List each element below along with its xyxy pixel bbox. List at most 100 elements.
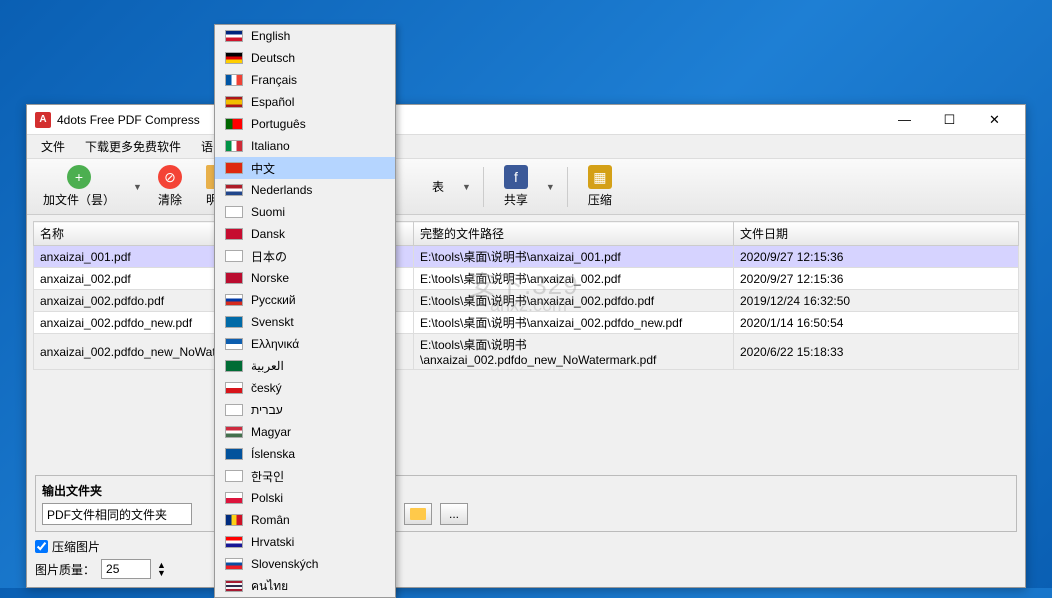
table-button[interactable]: 表: [424, 176, 452, 197]
compress-images-label: 压缩图片: [52, 538, 100, 555]
language-label: Român: [251, 513, 290, 527]
output-folder-input[interactable]: [42, 503, 192, 525]
flag-icon: [225, 470, 243, 482]
chevron-down-icon[interactable]: ▼: [462, 182, 471, 192]
language-item-th[interactable]: คนไทย: [215, 575, 395, 597]
menubar: 文件 下载更多免费软件 语: [27, 135, 1025, 159]
language-item-is[interactable]: Íslenska: [215, 443, 395, 465]
col-date[interactable]: 文件日期: [734, 222, 1019, 246]
language-item-nl[interactable]: Nederlands: [215, 179, 395, 201]
browse-folder-button[interactable]: [404, 503, 432, 525]
language-item-hr[interactable]: Hrvatski: [215, 531, 395, 553]
language-item-dk[interactable]: Dansk: [215, 223, 395, 245]
minimize-button[interactable]: —: [882, 105, 927, 134]
clear-icon: ⊘: [158, 165, 182, 189]
language-label: Hrvatski: [251, 535, 294, 549]
bottom-panel: 输出文件夹 ... 压缩图片 图片质量： ▲▼: [27, 467, 1025, 587]
table-cell: 2019/12/24 16:32:50: [734, 290, 1019, 312]
separator: [567, 167, 568, 207]
flag-icon: [225, 448, 243, 460]
language-item-se[interactable]: Svenskt: [215, 311, 395, 333]
flag-icon: [225, 338, 243, 350]
language-item-no[interactable]: Norske: [215, 267, 395, 289]
language-label: Nederlands: [251, 183, 312, 197]
language-item-fi[interactable]: Suomi: [215, 201, 395, 223]
flag-icon: [225, 250, 243, 262]
language-item-fr[interactable]: Français: [215, 69, 395, 91]
table-cell: 2020/9/27 12:15:36: [734, 268, 1019, 290]
flag-icon: [225, 96, 243, 108]
language-item-ro[interactable]: Român: [215, 509, 395, 531]
language-item-sk[interactable]: Slovenských: [215, 553, 395, 575]
language-item-de[interactable]: Deutsch: [215, 47, 395, 69]
flag-icon: [225, 184, 243, 196]
window-title: 4dots Free PDF Compress: [57, 113, 882, 127]
language-item-cz[interactable]: český: [215, 377, 395, 399]
clear-button[interactable]: ⊘ 清除: [150, 163, 190, 210]
language-item-il[interactable]: עברית: [215, 399, 395, 421]
language-item-es[interactable]: Español: [215, 91, 395, 113]
language-label: Slovenských: [251, 557, 318, 571]
file-table[interactable]: 名称 完整的文件路径 文件日期 anxaizai_001.pdfE:\tools…: [33, 221, 1019, 370]
maximize-button[interactable]: ☐: [927, 105, 972, 134]
compress-images-row: 压缩图片: [35, 538, 1017, 555]
chevron-down-icon[interactable]: ▼: [133, 182, 142, 192]
language-item-ru[interactable]: Русский: [215, 289, 395, 311]
language-label: Русский: [251, 293, 296, 307]
chevron-down-icon[interactable]: ▼: [546, 182, 555, 192]
language-label: คนไทย: [251, 577, 288, 596]
table-cell: E:\tools\桌面\说明书\anxaizai_002.pdfdo_new_N…: [414, 334, 734, 370]
flag-icon: [225, 580, 243, 592]
col-path[interactable]: 完整的文件路径: [414, 222, 734, 246]
table-row[interactable]: anxaizai_002.pdfE:\tools\桌面\说明书\anxaizai…: [34, 268, 1019, 290]
table-row[interactable]: anxaizai_001.pdfE:\tools\桌面\说明书\anxaizai…: [34, 246, 1019, 268]
language-item-hu[interactable]: Magyar: [215, 421, 395, 443]
output-folder-group: 输出文件夹 ...: [35, 475, 1017, 532]
language-label: Polski: [251, 491, 283, 505]
table-row[interactable]: anxaizai_002.pdfdo.pdfE:\tools\桌面\说明书\an…: [34, 290, 1019, 312]
language-label: 日本の: [251, 248, 287, 265]
menu-file[interactable]: 文件: [31, 136, 75, 157]
language-label: Magyar: [251, 425, 291, 439]
table-cell: E:\tools\桌面\说明书\anxaizai_002.pdfdo.pdf: [414, 290, 734, 312]
language-item-pt[interactable]: Português: [215, 113, 395, 135]
flag-icon: [225, 206, 243, 218]
toolbar: + 加文件（昙） ▼ ⊘ 清除 明确 表 ▼ f 共享 ▼ ▦ 压缩: [27, 159, 1025, 215]
flag-icon: [225, 316, 243, 328]
language-item-jp[interactable]: 日本の: [215, 245, 395, 267]
flag-icon: [225, 382, 243, 394]
table-row[interactable]: anxaizai_002.pdfdo_new.pdfE:\tools\桌面\说明…: [34, 312, 1019, 334]
compress-button[interactable]: ▦ 压缩: [580, 163, 620, 210]
flag-icon: [225, 492, 243, 504]
quality-spinner[interactable]: [101, 559, 151, 579]
flag-icon: [225, 558, 243, 570]
language-label: Dansk: [251, 227, 285, 241]
share-button[interactable]: f 共享: [496, 163, 536, 210]
language-label: العربية: [251, 359, 284, 373]
language-item-it[interactable]: Italiano: [215, 135, 395, 157]
language-item-gr[interactable]: Ελληνικά: [215, 333, 395, 355]
separator: [483, 167, 484, 207]
language-item-kr[interactable]: 한국인: [215, 465, 395, 487]
language-item-pl[interactable]: Polski: [215, 487, 395, 509]
more-button[interactable]: ...: [440, 503, 468, 525]
language-item-cn[interactable]: 中文: [215, 157, 395, 179]
add-file-button[interactable]: + 加文件（昙）: [35, 163, 123, 210]
facebook-icon: f: [504, 165, 528, 189]
language-item-gb[interactable]: English: [215, 25, 395, 47]
flag-icon: [225, 140, 243, 152]
language-item-sa[interactable]: العربية: [215, 355, 395, 377]
compress-images-checkbox[interactable]: [35, 540, 48, 553]
language-label: český: [251, 381, 282, 395]
language-label: Español: [251, 95, 294, 109]
language-label: Suomi: [251, 205, 285, 219]
language-menu[interactable]: English DeutschFrançais Español PortuguêsIt…: [214, 24, 396, 598]
language-label: English: [251, 29, 290, 43]
table-row[interactable]: anxaizai_002.pdfdo_new_NoWatermark.E:\to…: [34, 334, 1019, 370]
compress-icon: ▦: [588, 165, 612, 189]
spinner-buttons[interactable]: ▲▼: [157, 561, 166, 577]
app-icon: A: [35, 112, 51, 128]
close-button[interactable]: ✕: [972, 105, 1017, 134]
flag-icon: [225, 118, 243, 130]
menu-download[interactable]: 下载更多免费软件: [75, 136, 191, 157]
